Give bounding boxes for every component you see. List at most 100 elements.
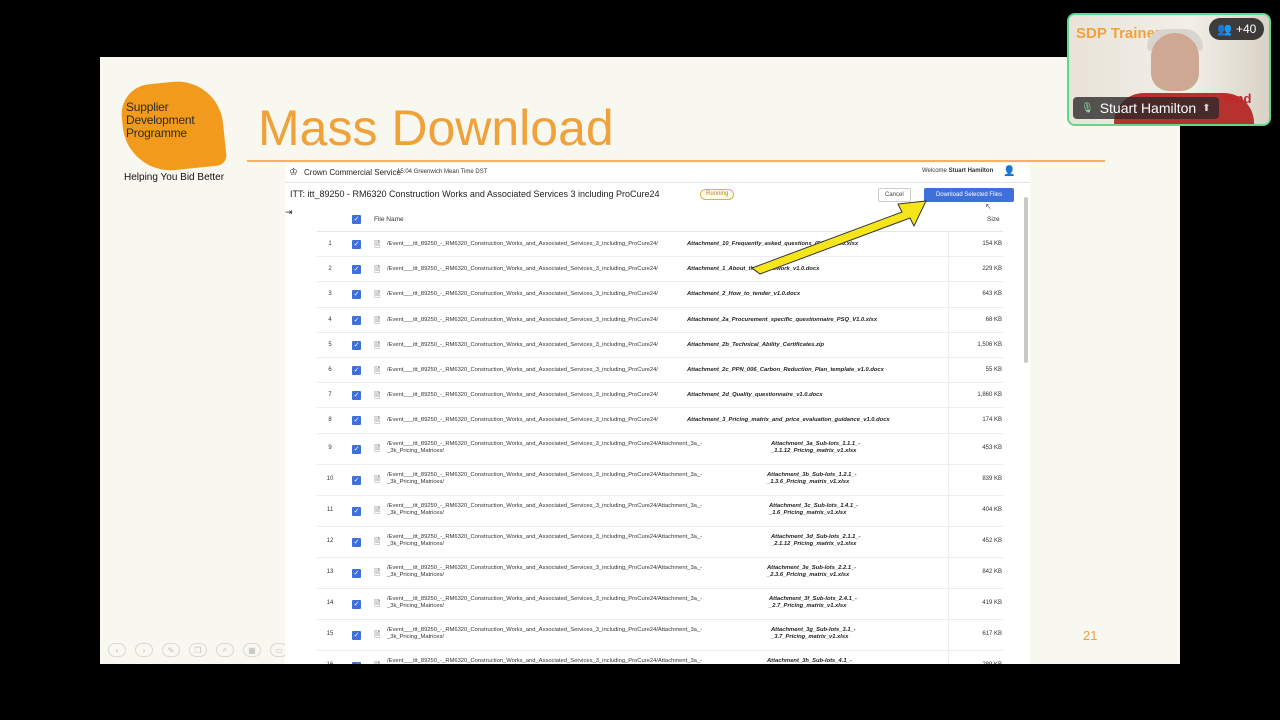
- row-checkbox[interactable]: ✓: [352, 568, 361, 578]
- table-row[interactable]: 7 ✓ 🗎 /Event___itt_89250_-_RM6320_Construct…: [317, 383, 1003, 409]
- row-checkbox[interactable]: ✓: [352, 506, 361, 516]
- file-table: ✓ File Name Size 1 ✓ 🗎 /Event___itt_89250_-…: [317, 207, 1003, 664]
- file-size: 842 KB: [982, 568, 1002, 575]
- slide-number: 21: [1083, 628, 1098, 643]
- row-number: 11: [326, 506, 334, 513]
- file-icon: 🗎: [374, 290, 381, 300]
- file-name: Attachment_3a_Sub-lots_1.1.1_- _1.1.12_P…: [771, 440, 861, 455]
- file-path: /Event___itt_89250_-_RM6320_Construction…: [387, 533, 703, 548]
- file-icon: 🗎: [374, 443, 381, 453]
- file-size: 617 KB: [982, 630, 1002, 637]
- row-checkbox[interactable]: ✓: [352, 290, 361, 300]
- row-checkbox[interactable]: ✓: [352, 599, 361, 609]
- file-name: Attachment_2c_PPN_006_Carbon_Reduction_P…: [687, 366, 884, 373]
- app-header: ♔ Crown Commercial Service 15:04 Greenwi…: [285, 163, 1030, 183]
- org-name: Crown Commercial Service: [304, 168, 401, 177]
- file-name: Attachment_3c_Sub-lots_1.4.1_- _1.6_Pric…: [769, 502, 859, 517]
- download-selected-files-button[interactable]: Download Selected Files: [924, 188, 1014, 202]
- file-path: /Event___itt_89250_-_RM6320_Construction…: [387, 291, 658, 298]
- row-checkbox[interactable]: ✓: [352, 630, 361, 640]
- grid-icon[interactable]: ▦: [243, 643, 261, 657]
- row-checkbox[interactable]: ✓: [352, 391, 361, 401]
- table-row[interactable]: 1 ✓ 🗎 /Event___itt_89250_-_RM6320_Construct…: [317, 232, 1003, 258]
- file-name: Attachment_3g_Sub-lots_3.1_- _3.7_Pricin…: [771, 626, 856, 641]
- file-path: /Event___itt_89250_-_RM6320_Construction…: [387, 502, 703, 517]
- file-icon: 🗎: [374, 660, 380, 665]
- file-size: 289 KB: [952, 662, 1002, 665]
- select-all-checkbox[interactable]: ✓: [352, 215, 361, 224]
- table-row[interactable]: 14 ✓ 🗎 /Event___itt_89250_-_RM6320_Construc…: [317, 589, 1003, 620]
- zoom-icon[interactable]: ⌕: [216, 643, 234, 657]
- table-row[interactable]: 9 ✓ 🗎 /Event___itt_89250_-_RM6320_Construct…: [317, 434, 1003, 465]
- next-icon[interactable]: ›: [135, 643, 153, 657]
- video-tile[interactable]: SDP Trainer tend 👥 +40 🎙 Stuart Hamilton…: [1067, 13, 1271, 126]
- file-size: 174 KB: [982, 417, 1002, 424]
- slide-title: Mass Download: [258, 100, 614, 156]
- copy-icon[interactable]: ❐: [189, 643, 207, 657]
- row-checkbox[interactable]: ✓: [352, 365, 361, 375]
- org-time: 15:04 Greenwich Mean Time DST: [397, 169, 488, 175]
- user-icon[interactable]: 👤: [1003, 166, 1015, 177]
- table-row[interactable]: 11 ✓ 🗎 /Event___itt_89250_-_RM6320_Construc…: [317, 496, 1003, 527]
- file-icon: 🗎: [374, 391, 381, 401]
- row-checkbox[interactable]: ✓: [352, 537, 361, 547]
- row-number: 3: [328, 291, 332, 298]
- file-path: /Event___itt_89250_-_RM6320_Construction…: [387, 392, 658, 399]
- logo-text: Supplier Development Programme: [126, 100, 195, 140]
- file-icon: 🗎: [374, 365, 381, 375]
- table-row[interactable]: 15 ✓ 🗎 /Event___itt_89250_-_RM6320_Construc…: [317, 620, 1003, 651]
- table-header: ✓ File Name Size: [317, 207, 1003, 232]
- screen: Supplier Development Programme Helping Y…: [0, 0, 1280, 720]
- table-row[interactable]: 5 ✓ 🗎 /Event___itt_89250_-_RM6320_Construct…: [317, 333, 1003, 358]
- file-icon: 🗎: [374, 265, 381, 275]
- file-path: /Event___itt_89250_-_RM6320_Construction…: [387, 417, 658, 424]
- cancel-button[interactable]: Cancel: [878, 188, 911, 202]
- table-body: 1 ✓ 🗎 /Event___itt_89250_-_RM6320_Construct…: [317, 232, 1003, 664]
- screenshot-app: ♔ Crown Commercial Service 15:04 Greenwi…: [285, 163, 1030, 664]
- row-checkbox[interactable]: ✓: [352, 315, 361, 325]
- row-number: 16: [322, 662, 338, 665]
- file-icon: 🗎: [374, 629, 381, 639]
- row-checkbox[interactable]: ✓: [352, 240, 361, 249]
- table-row[interactable]: 8 ✓ 🗎 /Event___itt_89250_-_RM6320_Construct…: [317, 408, 1003, 434]
- row-checkbox[interactable]: ✓: [352, 444, 361, 454]
- row-checkbox[interactable]: ✓: [352, 340, 361, 350]
- expand-icon[interactable]: ⬆: [1202, 103, 1210, 114]
- prev-icon[interactable]: ‹: [108, 643, 126, 657]
- table-row[interactable]: 10 ✓ 🗎 /Event___itt_89250_-_RM6320_Construc…: [317, 465, 1003, 496]
- file-path: /Event___itt_89250_-_RM6320_Construction…: [387, 266, 658, 273]
- file-name: Attachment_3f_Sub-lots_2.4.1_- _2.7_Pric…: [769, 595, 857, 610]
- participant-count[interactable]: 👥 +40: [1209, 18, 1265, 40]
- table-row[interactable]: 2 ✓ 🗎 /Event___itt_89250_-_RM6320_Construct…: [317, 257, 1003, 283]
- pen-icon[interactable]: ✎: [162, 643, 180, 657]
- file-path: /Event___itt_89250_-_RM6320_Construction…: [387, 440, 703, 455]
- row-checkbox[interactable]: ✓: [352, 265, 361, 275]
- file-path: /Event___itt_89250_-_RM6320_Construction…: [387, 595, 703, 610]
- table-row[interactable]: 3 ✓ 🗎 /Event___itt_89250_-_RM6320_Construct…: [317, 282, 1003, 308]
- row-checkbox[interactable]: ✓: [352, 475, 361, 485]
- participant-name: Stuart Hamilton: [1099, 100, 1197, 116]
- status-badge: Running: [700, 189, 735, 200]
- table-row[interactable]: 6 ✓ 🗎 /Event___itt_89250_-_RM6320_Construct…: [317, 358, 1003, 384]
- file-name: Attachment_3b_Sub-lots_1.2.1_- _1.3.6_Pr…: [767, 471, 857, 486]
- user-name[interactable]: Stuart Hamilton: [949, 168, 994, 174]
- table-row[interactable]: 13 ✓ 🗎 /Event___itt_89250_-_RM6320_Construc…: [317, 558, 1003, 589]
- presentation-slide: Supplier Development Programme Helping Y…: [100, 57, 1180, 664]
- column-file-name[interactable]: File Name: [374, 216, 404, 223]
- table-row[interactable]: 16 ✓ 🗎 /Event___itt_89250_-_RM6320_Construc…: [317, 651, 1003, 665]
- file-name: Attachment_2_How_to_tender_v1.0.docx: [687, 291, 801, 298]
- table-row[interactable]: 12 ✓ 🗎 /Event___itt_89250_-_RM6320_Construc…: [317, 527, 1003, 558]
- column-size[interactable]: Size: [987, 216, 1000, 223]
- row-checkbox[interactable]: ✓: [352, 661, 361, 664]
- row-number: 6: [328, 366, 332, 373]
- speaker-face: [1151, 33, 1199, 91]
- table-row[interactable]: 4 ✓ 🗎 /Event___itt_89250_-_RM6320_Construct…: [317, 308, 1003, 333]
- file-icon: 🗎: [374, 567, 381, 577]
- row-checkbox[interactable]: ✓: [352, 416, 361, 426]
- file-size: 453 KB: [982, 444, 1002, 451]
- row-number: 8: [328, 417, 332, 424]
- scrollbar-thumb[interactable]: [1024, 197, 1028, 363]
- welcome-text: Welcome Stuart Hamilton: [922, 168, 993, 174]
- collapse-sidebar-icon[interactable]: ⇥: [285, 207, 293, 218]
- file-icon: 🗎: [374, 598, 381, 608]
